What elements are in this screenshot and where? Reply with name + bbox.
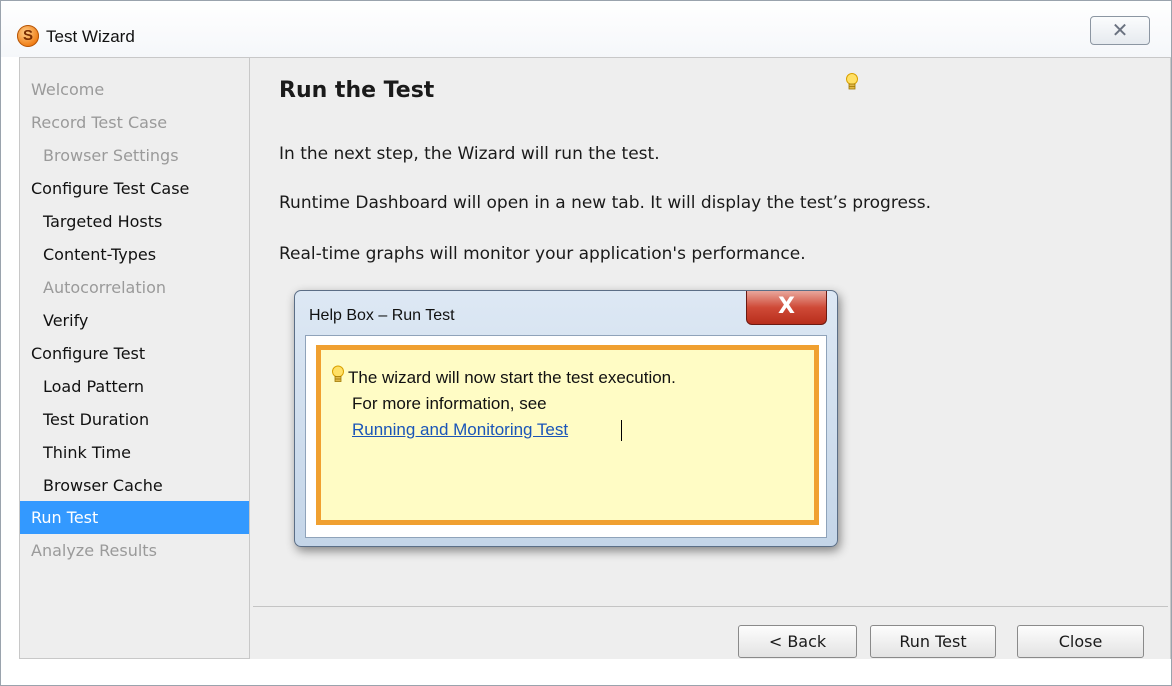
sidebar-item-record-test-case: Record Test Case [31,113,168,132]
lightbulb-icon[interactable] [845,71,859,95]
help-box-title: Help Box – Run Test [309,307,455,324]
wizard-steps-sidebar: Welcome Record Test Case Browser Setting… [19,57,250,659]
graphs-paragraph: Real-time graphs will monitor your appli… [279,244,806,264]
sidebar-item-analyze-results: Analyze Results [31,541,157,560]
sidebar-item-test-duration[interactable]: Test Duration [20,403,249,436]
lightbulb-icon [332,365,344,382]
sidebar-item-run-test[interactable]: Run Test [20,501,249,534]
dashboard-paragraph: Runtime Dashboard will open in a new tab… [279,193,932,213]
help-box-body: The wizard will now start the test execu… [305,335,827,538]
sidebar-item-configure-test-case[interactable]: Configure Test Case [20,172,249,205]
sidebar-item-browser-settings: Browser Settings [43,146,179,165]
window-close-button[interactable]: ✕ [1090,16,1150,45]
sidebar-item-welcome: Welcome [31,80,105,99]
intro-paragraph: In the next step, the Wizard will run th… [279,144,660,164]
sidebar-item-autocorrelation: Autocorrelation [43,278,166,297]
running-monitoring-test-link[interactable]: Running and Monitoring Test [352,420,568,440]
page-title: Run the Test [279,78,435,103]
app-logo-icon: S [17,25,39,47]
title-bar: S Test Wizard ✕ [1,1,1171,57]
help-message-panel: The wizard will now start the test execu… [316,345,819,525]
run-test-button[interactable]: Run Test [870,625,996,658]
sidebar-item-verify[interactable]: Verify [20,304,249,337]
help-message-line-1: The wizard will now start the test execu… [348,368,676,387]
help-box-close-button[interactable]: X [746,291,827,325]
help-box-dialog: Help Box – Run Test X The wizard will no… [294,290,838,547]
text-caret [621,420,622,441]
sidebar-item-browser-cache[interactable]: Browser Cache [20,469,249,502]
footer-divider [253,606,1168,607]
sidebar-item-targeted-hosts[interactable]: Targeted Hosts [20,205,249,238]
help-message-line-2: For more information, see [352,394,547,413]
sidebar-item-load-pattern[interactable]: Load Pattern [20,370,249,403]
window-title: Test Wizard [46,27,135,46]
sidebar-item-content-types[interactable]: Content-Types [20,238,249,271]
sidebar-item-think-time[interactable]: Think Time [20,436,249,469]
close-button[interactable]: Close [1017,625,1144,658]
test-wizard-window: S Test Wizard ✕ Welcome Record Test Case… [0,0,1172,686]
sidebar-item-configure-test[interactable]: Configure Test [20,337,249,370]
back-button[interactable]: < Back [738,625,857,658]
